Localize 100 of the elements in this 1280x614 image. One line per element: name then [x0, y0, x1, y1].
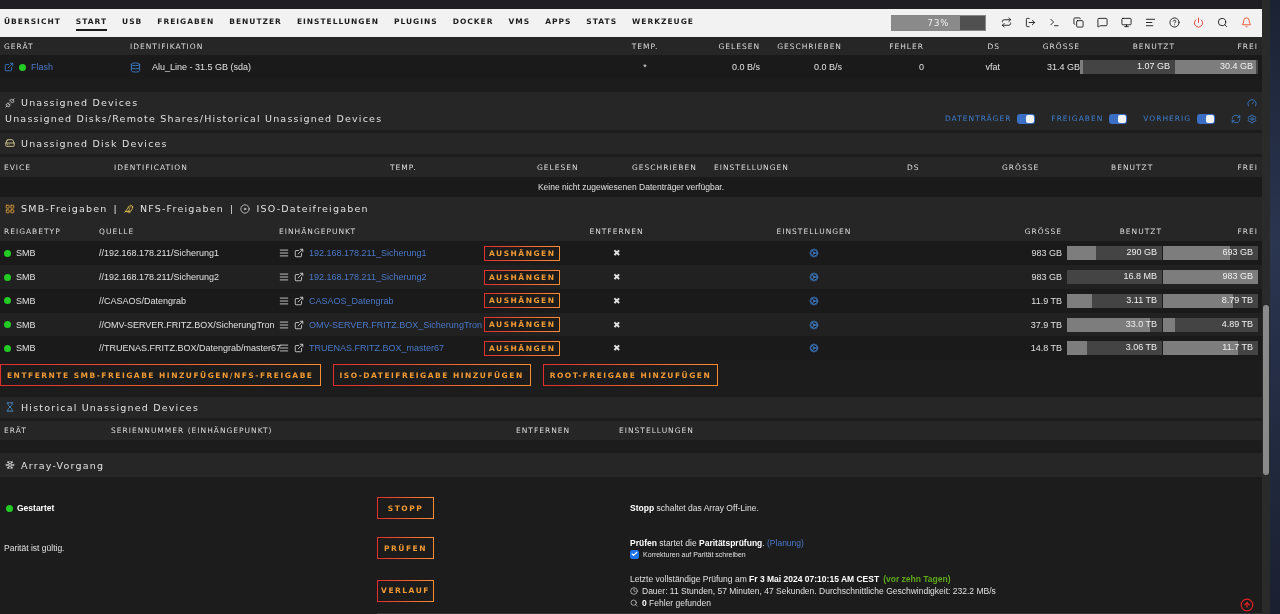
error-count: 0: [918, 62, 924, 73]
unplug-icon: [5, 97, 15, 108]
share-type: SMB: [16, 272, 36, 283]
power-icon[interactable]: [1192, 17, 1204, 29]
schedule-link[interactable]: (Planung): [767, 537, 804, 548]
repeat-icon[interactable]: [1000, 17, 1012, 29]
cog-icon[interactable]: [809, 343, 819, 354]
error-summary: 0 Fehler gefunden: [642, 597, 711, 608]
external-link-icon[interactable]: [294, 319, 304, 330]
external-link-icon[interactable]: [294, 343, 304, 354]
usage-value: 16.8 MB: [1123, 271, 1157, 282]
share-size: 11.9 TB: [1030, 295, 1062, 306]
refresh-icon[interactable]: [1231, 113, 1241, 124]
cog-icon[interactable]: [809, 319, 819, 330]
snowflake-icon: [5, 460, 15, 471]
list-icon[interactable]: [279, 295, 289, 306]
section-title: ISO-Dateifreigaben: [256, 203, 369, 215]
remove-button[interactable]: ✖: [579, 248, 654, 259]
search-icon[interactable]: [1216, 17, 1228, 29]
remove-button[interactable]: ✖: [579, 272, 654, 283]
section-title: NFS-Freigaben: [139, 203, 225, 215]
text-lines-icon[interactable]: [1144, 17, 1156, 29]
device-identification: Alu_Line - 31.5 GB (sda): [152, 62, 252, 73]
list-icon[interactable]: [279, 343, 289, 354]
usage-value: 3.06 TB: [1125, 342, 1157, 353]
section-subtitle: Unassigned Disks/Remote Shares/Historical Unassigned Devices: [5, 113, 383, 125]
share-size: 37.9 TB: [1029, 319, 1062, 330]
usage-value: 33.0 TB: [1125, 318, 1157, 329]
cog-icon[interactable]: [809, 272, 819, 283]
parity-status: Parität ist gültig.: [3, 543, 66, 553]
share-size: 14.8 TB: [1029, 343, 1062, 354]
monitor-icon[interactable]: [1120, 17, 1132, 29]
cog-icon[interactable]: [809, 295, 819, 306]
scroll-up-icon[interactable]: [1240, 598, 1254, 612]
section-title: Array-Vorgang: [21, 459, 105, 471]
drive-icon: [130, 61, 141, 73]
window-grid-icon: [5, 203, 15, 214]
title-separator: |: [230, 203, 235, 215]
copy-icon[interactable]: [1072, 17, 1084, 29]
check-duration: Dauer: 11 Stunden, 57 Minuten, 47 Sekunden. Durchschnittliche Geschwindigkeit: 232.2 MB/s: [642, 585, 996, 596]
section-title: Historical Unassigned Devices: [21, 401, 200, 413]
toggle-switch[interactable]: [1197, 113, 1215, 124]
mountpoint-link[interactable]: OMV-SERVER.FRITZ.BOX_SicherungTron: [309, 319, 483, 330]
action-description: Stopp schaltet das Array Off-Line.: [630, 503, 760, 513]
clock-icon: [630, 586, 638, 595]
mountpoint-link[interactable]: CASAOS_Datengrab: [309, 295, 394, 306]
write-speed: 0.0 B/s: [813, 62, 842, 73]
message-icon[interactable]: [1096, 17, 1108, 29]
external-link-icon[interactable]: [294, 272, 304, 283]
hourglass-icon: [5, 402, 15, 413]
usage-value: 4.89 TB: [1221, 318, 1253, 329]
list-icon[interactable]: [279, 248, 289, 259]
share-size: 983 GB: [1030, 248, 1062, 259]
bird-icon: [123, 203, 134, 214]
external-link-icon[interactable]: [294, 295, 304, 306]
search-icon: [630, 598, 638, 607]
usage-value: 8.79 TB: [1221, 294, 1253, 305]
usage-value: 290 GB: [1126, 247, 1157, 258]
remove-button[interactable]: ✖: [579, 319, 654, 330]
usage-value: 983 GB: [1222, 271, 1253, 282]
help-icon[interactable]: [1168, 17, 1180, 29]
usage-value: 3.11 TB: [1126, 294, 1157, 305]
share-source: //192.168.178.211/Sicherung1: [99, 248, 220, 259]
last-check-text: Letzte vollständige Prüfung am Fr 3 Mai 2024 07:10:15 AM CEST: [630, 573, 880, 584]
check-age: (vor zehn Tagen): [883, 573, 951, 584]
usage-value: 1.07 GB: [1136, 61, 1170, 72]
empty-message: Keine nicht zugewiesenen Datenträger verfügbar.: [537, 182, 725, 192]
share-source: //192.168.178.211/Sicherung2: [99, 272, 220, 283]
share-source: //CASAOS/Datengrab: [99, 295, 188, 306]
mountpoint-link[interactable]: 192.168.178.211_Sicherung2: [309, 272, 427, 283]
share-size: 983 GB: [1030, 272, 1062, 283]
section-title: Unassigned Devices: [21, 97, 139, 109]
share-type: SMB: [16, 248, 36, 259]
device-link[interactable]: Flash: [31, 62, 53, 73]
logout-icon[interactable]: [1024, 17, 1036, 29]
filesystem: vfat: [984, 62, 1000, 73]
checkbox[interactable]: [630, 549, 639, 559]
scrollbar[interactable]: [1262, 0, 1270, 614]
array-status: Gestartet: [17, 503, 55, 513]
cog-icon[interactable]: [809, 248, 819, 259]
usage-value: 30.4 GB: [1219, 61, 1253, 72]
title-separator: |: [113, 203, 118, 215]
list-icon[interactable]: [279, 319, 289, 330]
usage-value: 693 GB: [1222, 247, 1253, 258]
section-title: Unassigned Disk Devices: [21, 137, 168, 149]
settings-icon[interactable]: [1247, 113, 1257, 124]
remove-button[interactable]: ✖: [579, 343, 654, 354]
remove-button[interactable]: ✖: [579, 295, 654, 306]
share-type: SMB: [16, 295, 36, 306]
list-icon[interactable]: [279, 272, 289, 283]
read-speed: 0.0 B/s: [731, 62, 760, 73]
mountpoint-link[interactable]: TRUENAS.FRITZ.BOX_master67: [309, 343, 445, 354]
disc-icon: [240, 203, 251, 214]
external-link-icon[interactable]: [294, 248, 304, 259]
terminal-icon[interactable]: [1048, 17, 1060, 29]
usage-percent: 73%: [926, 17, 951, 28]
toggle-switch[interactable]: [1017, 113, 1036, 124]
gauge-icon[interactable]: [1247, 97, 1257, 108]
mountpoint-link[interactable]: 192.168.178.211_Sicherung1: [309, 248, 427, 259]
toggle-switch[interactable]: [1109, 113, 1128, 124]
